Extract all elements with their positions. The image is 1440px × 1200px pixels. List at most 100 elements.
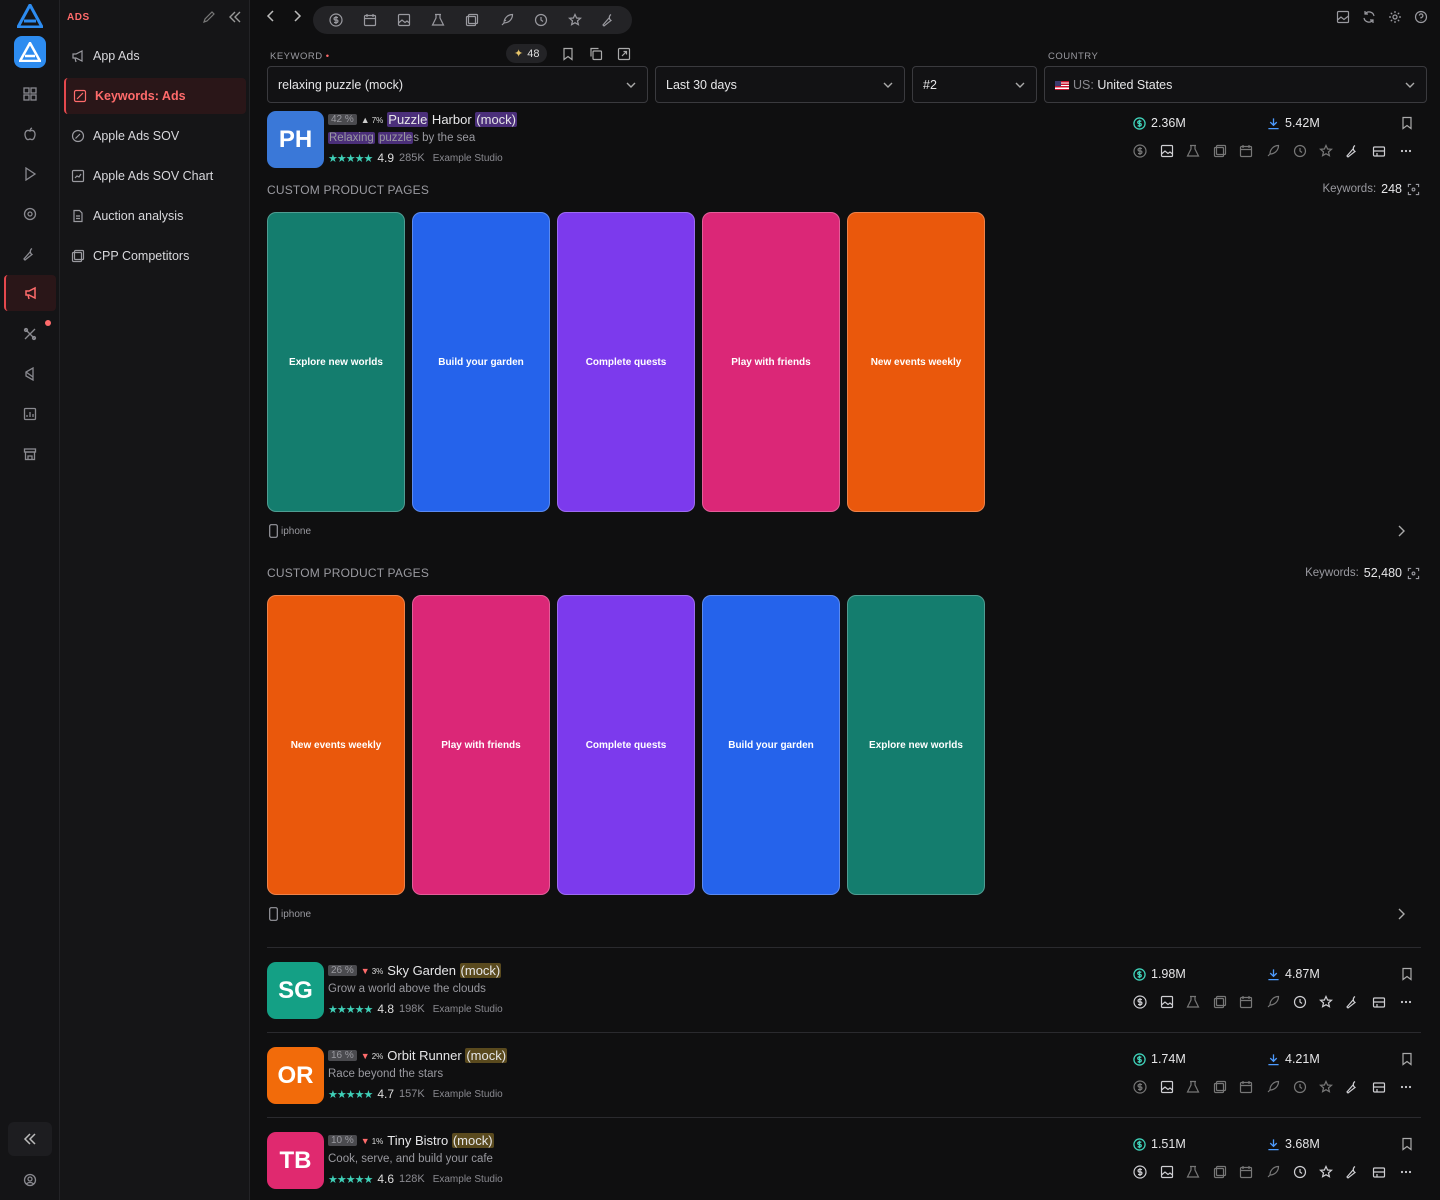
toolbar-launch-button[interactable]	[500, 13, 514, 27]
toolbar-revenue-button[interactable]	[329, 13, 343, 27]
app-more-action[interactable]	[1399, 144, 1413, 158]
collapse-sidebar-icon[interactable]	[228, 10, 242, 24]
brand-logo-icon[interactable]	[17, 4, 43, 28]
app-launch-action[interactable]	[1266, 995, 1280, 1009]
app-screens-action[interactable]	[1213, 995, 1227, 1009]
cpp-card[interactable]: New events weekly	[267, 595, 405, 895]
toolbar-calendar-button[interactable]	[363, 13, 377, 27]
tools-icon[interactable]	[18, 322, 42, 346]
report-icon[interactable]	[18, 402, 42, 426]
play-store-icon[interactable]	[18, 162, 42, 186]
toolbar-tools-button[interactable]	[602, 13, 616, 27]
app-screens-action[interactable]	[1213, 1080, 1227, 1094]
app-lab-action[interactable]	[1186, 995, 1200, 1009]
app-title[interactable]: 26 % 3% Sky Garden (mock)	[328, 963, 502, 978]
toolbar-screens-button[interactable]	[465, 13, 479, 27]
cpp-card[interactable]: Complete quests	[557, 595, 695, 895]
app-title[interactable]: 10 % 1% Tiny Bistro (mock)	[328, 1133, 494, 1148]
app-launch-action[interactable]	[1266, 144, 1280, 158]
app-lab-action[interactable]	[1186, 1165, 1200, 1179]
toolbar-image-button[interactable]	[397, 13, 411, 27]
app-favorite-action[interactable]	[1319, 1080, 1334, 1094]
period-select[interactable]: Last 30 days	[655, 66, 905, 103]
bookmark-app-button[interactable]	[1400, 967, 1414, 981]
app-tools-action[interactable]	[1345, 995, 1360, 1009]
rank-select[interactable]: #2	[912, 66, 1037, 103]
settings-button[interactable]	[1388, 10, 1402, 24]
app-calendar-action[interactable]	[1239, 144, 1253, 158]
focus-icon[interactable]	[1407, 567, 1420, 580]
app-launch-action[interactable]	[1266, 1165, 1280, 1179]
sidebar-item-keywords-ads[interactable]: Keywords: Ads	[64, 78, 246, 114]
app-image-action[interactable]	[1160, 144, 1174, 158]
app-revenue-action[interactable]	[1133, 144, 1147, 158]
app-revenue-action[interactable]	[1133, 1165, 1147, 1179]
target-icon[interactable]	[18, 202, 42, 226]
open-keyword-button[interactable]	[617, 47, 631, 61]
app-title[interactable]: 16 % 2% Orbit Runner (mock)	[328, 1048, 508, 1063]
app-switcher-icon[interactable]	[14, 36, 46, 68]
app-store-action[interactable]	[1372, 1080, 1386, 1094]
account-icon[interactable]	[18, 1168, 42, 1192]
store-icon[interactable]	[18, 442, 42, 466]
apple-icon[interactable]	[18, 122, 42, 146]
bookmark-app-button[interactable]	[1400, 1137, 1414, 1151]
toolbar-favorites-button[interactable]	[567, 13, 582, 27]
app-image-action[interactable]	[1160, 1165, 1174, 1179]
app-favorite-action[interactable]	[1319, 995, 1334, 1009]
copy-keyword-button[interactable]	[589, 47, 603, 61]
cpp-card[interactable]: Play with friends	[412, 595, 550, 895]
app-tools-action[interactable]	[1345, 144, 1360, 158]
app-row[interactable]: TB 10 % 1% Tiny Bistro (mock) Cook, serv…	[267, 1132, 1421, 1200]
app-row[interactable]: SG 26 % 3% Sky Garden (mock) Grow a worl…	[267, 962, 1421, 1032]
bookmark-app-button[interactable]	[1400, 116, 1414, 130]
app-more-action[interactable]	[1399, 1080, 1413, 1094]
sidebar-item-apple-ads-sov[interactable]: Apple Ads SOV	[64, 118, 246, 154]
cpp-card[interactable]: Play with friends	[702, 212, 840, 512]
app-favorite-action[interactable]	[1319, 1165, 1334, 1179]
code-icon[interactable]	[18, 362, 42, 386]
app-history-action[interactable]	[1293, 995, 1307, 1009]
app-more-action[interactable]	[1399, 1165, 1413, 1179]
dashboard-icon[interactable]	[18, 82, 42, 106]
toolbar-history-button[interactable]	[534, 13, 548, 27]
country-select[interactable]: US: United States	[1044, 66, 1427, 103]
cpp-card[interactable]: New events weekly	[847, 212, 985, 512]
app-screens-action[interactable]	[1213, 144, 1227, 158]
app-history-action[interactable]	[1293, 1165, 1307, 1179]
screenshot-button[interactable]	[1336, 10, 1350, 24]
app-image-action[interactable]	[1160, 995, 1174, 1009]
help-button[interactable]	[1414, 10, 1428, 24]
app-lab-action[interactable]	[1186, 144, 1200, 158]
app-store-action[interactable]	[1372, 995, 1386, 1009]
app-tools-action[interactable]	[1345, 1080, 1360, 1094]
bookmark-app-button[interactable]	[1400, 1052, 1414, 1066]
wrench-icon[interactable]	[18, 242, 42, 266]
pencil-icon[interactable]	[202, 10, 216, 24]
cpp-card[interactable]: Build your garden	[702, 595, 840, 895]
collapse-rail-button[interactable]	[8, 1122, 52, 1156]
app-avatar[interactable]: TB	[267, 1132, 324, 1189]
back-button[interactable]	[263, 8, 279, 24]
sidebar-item-cpp-competitors[interactable]: CPP Competitors	[64, 238, 246, 274]
app-avatar[interactable]: PH	[267, 111, 324, 168]
app-store-action[interactable]	[1372, 144, 1386, 158]
app-avatar[interactable]: OR	[267, 1047, 324, 1104]
app-lab-action[interactable]	[1186, 1080, 1200, 1094]
forward-button[interactable]	[289, 8, 305, 24]
app-revenue-action[interactable]	[1133, 995, 1147, 1009]
app-row[interactable]: PH 42 % 7% Puzzle Harbor (mock) Relaxing…	[267, 111, 1421, 181]
toolbar-lab-button[interactable]	[431, 13, 445, 27]
app-calendar-action[interactable]	[1239, 1165, 1253, 1179]
app-title[interactable]: 42 % 7% Puzzle Harbor (mock)	[328, 112, 517, 127]
cpp-next-button[interactable]	[1394, 907, 1408, 921]
app-more-action[interactable]	[1399, 995, 1413, 1009]
app-avatar[interactable]: SG	[267, 962, 324, 1019]
keyword-suggestions-badge[interactable]: ✦ 48	[506, 44, 548, 63]
ads-megaphone-icon[interactable]	[4, 275, 56, 311]
app-favorite-action[interactable]	[1319, 144, 1334, 158]
app-calendar-action[interactable]	[1239, 1080, 1253, 1094]
sidebar-item-apple-ads-sov-chart[interactable]: Apple Ads SOV Chart	[64, 158, 246, 194]
cpp-card[interactable]: Build your garden	[412, 212, 550, 512]
app-revenue-action[interactable]	[1133, 1080, 1147, 1094]
